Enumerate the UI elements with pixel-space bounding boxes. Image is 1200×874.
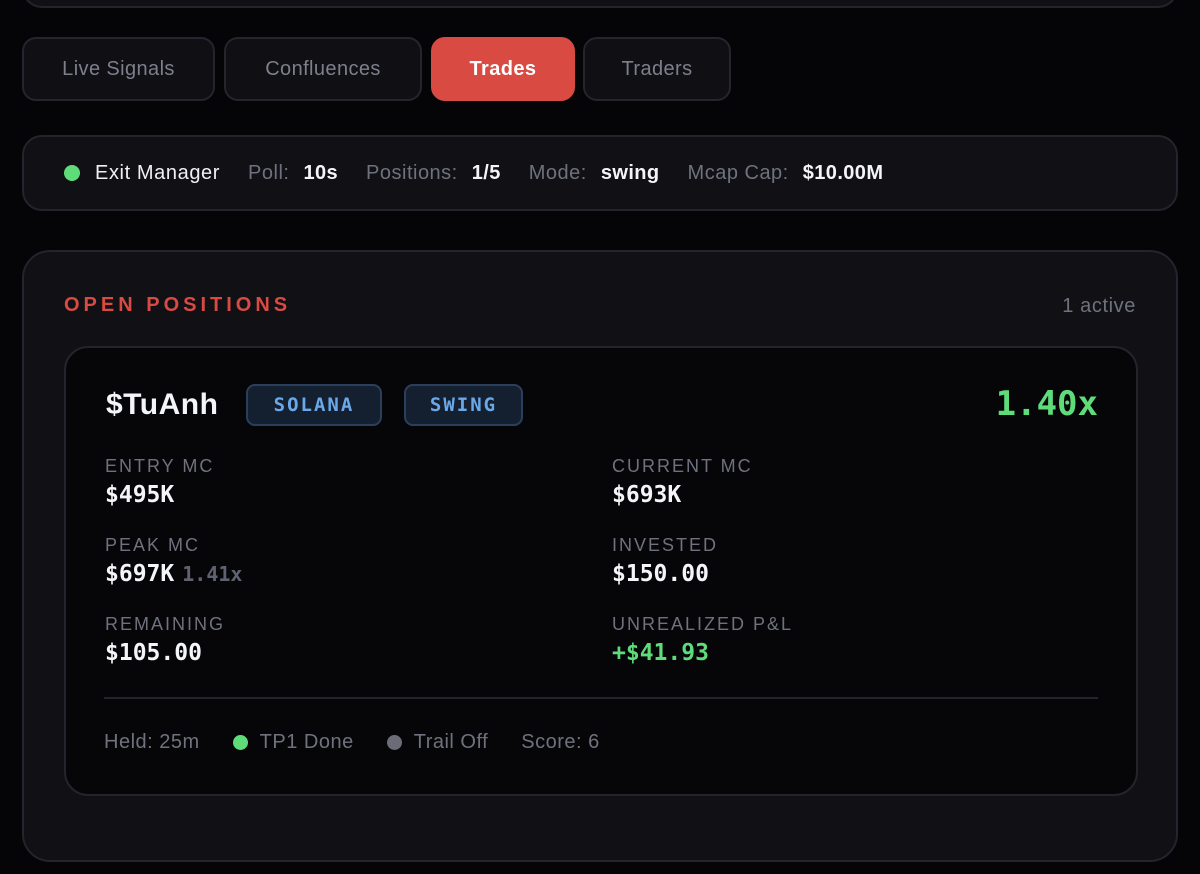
open-positions-panel: OPEN POSITIONS 1 active $TuAnh SOLANA SW… (22, 250, 1178, 862)
token-name: $TuAnh (106, 388, 219, 421)
chain-badge: SOLANA (246, 384, 382, 426)
tp1-status: TP1 Done (259, 731, 354, 753)
poll-value: 10s (303, 161, 339, 184)
trail-status: Trail Off (413, 731, 489, 753)
tab-live-signals[interactable]: Live Signals (22, 37, 215, 101)
active-count: 1 active (1062, 295, 1136, 317)
entry-mc-label: ENTRY MC (105, 456, 215, 476)
peak-mc-value-group: $697K 1.41x (105, 561, 242, 587)
exit-manager-status-bar: Exit Manager Poll: 10s Positions: 1/5 Mo… (22, 135, 1178, 211)
mode-label: Mode: (528, 161, 587, 184)
mode-badge: SWING (404, 384, 523, 426)
status-title: Exit Manager (95, 161, 221, 184)
status-indicator-icon (64, 165, 80, 181)
score: Score: 6 (521, 731, 600, 753)
mode-value: swing (600, 161, 660, 184)
current-mc-value: $693K (612, 482, 682, 508)
held-time: Held: 25m (104, 731, 200, 753)
tab-trades[interactable]: Trades (431, 37, 575, 101)
invested-value: $150.00 (612, 561, 709, 587)
peak-mc-value: $697K (105, 561, 175, 587)
poll-label: Poll: (248, 161, 290, 184)
tab-traders[interactable]: Traders (583, 37, 731, 101)
peak-mc-label: PEAK MC (105, 535, 201, 555)
unrealized-pnl-label: UNREALIZED P&L (612, 614, 794, 634)
position-card[interactable]: $TuAnh SOLANA SWING 1.40x ENTRY MC $495K… (64, 346, 1138, 796)
positions-label: Positions: (366, 161, 458, 184)
tab-confluences[interactable]: Confluences (224, 37, 422, 101)
mcap-cap-label: Mcap Cap: (687, 161, 789, 184)
trail-status-dot-icon (386, 735, 402, 750)
top-panel (22, 0, 1178, 8)
current-multiplier: 1.40x (995, 384, 1098, 424)
open-positions-title: OPEN POSITIONS (64, 294, 292, 316)
current-mc-label: CURRENT MC (612, 456, 753, 476)
mcap-cap-value: $10.00M (802, 161, 884, 184)
unrealized-pnl-value: +$41.93 (612, 640, 709, 666)
remaining-label: REMAINING (105, 614, 226, 634)
invested-label: INVESTED (612, 535, 719, 555)
divider (104, 697, 1098, 699)
position-footer: Held: 25m TP1 Done Trail Off Score: 6 (104, 731, 600, 754)
entry-mc-value: $495K (105, 482, 175, 508)
peak-multiplier: 1.41x (182, 562, 243, 586)
positions-value: 1/5 (471, 161, 501, 184)
tp1-status-dot-icon (232, 735, 248, 750)
remaining-value: $105.00 (105, 640, 202, 666)
